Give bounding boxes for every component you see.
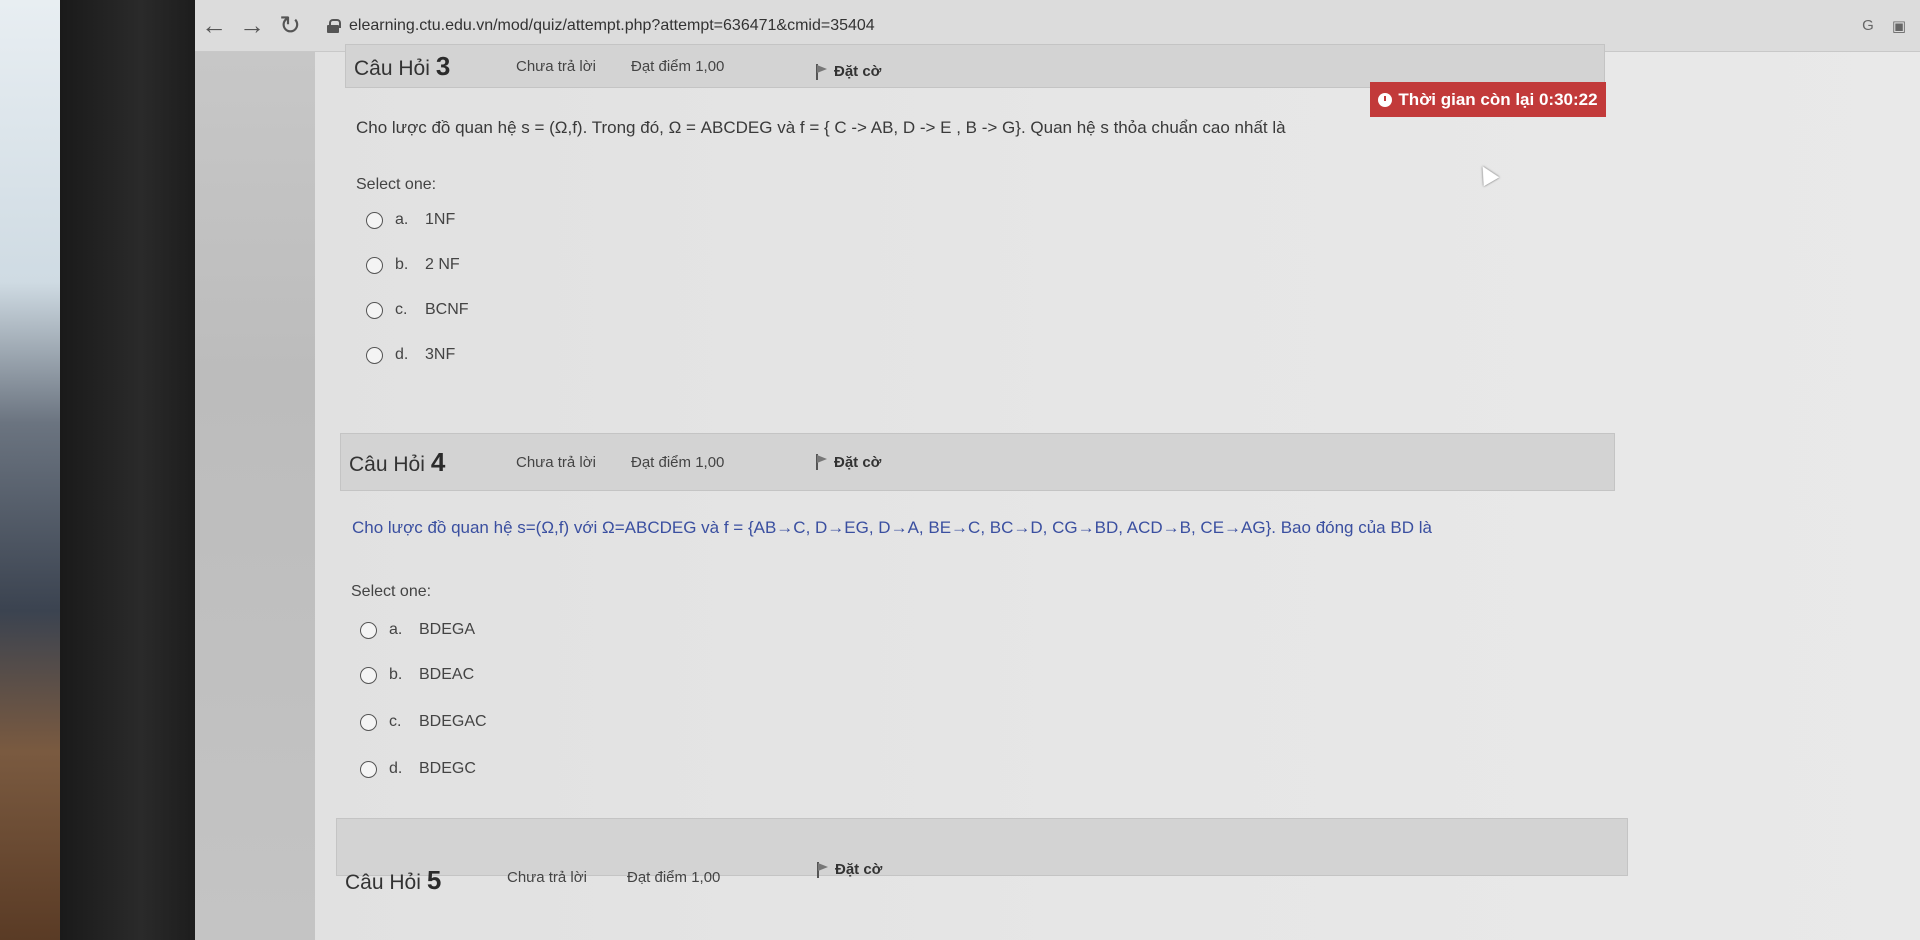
question-number: 4: [430, 446, 446, 477]
option-d[interactable]: d. BDEGC: [360, 760, 476, 778]
radio-button[interactable]: [360, 760, 377, 778]
url-text: elearning.ctu.edu.vn/mod/quiz/attempt.ph…: [349, 16, 875, 34]
monitor-bezel: [60, 0, 195, 940]
extension-icon[interactable]: ▣: [1892, 17, 1906, 35]
back-arrow-icon[interactable]: ←: [195, 7, 233, 45]
reload-icon[interactable]: ↻: [271, 7, 309, 45]
option-d[interactable]: d. 3NF: [366, 346, 455, 364]
question-state: Chưa trả lời: [507, 869, 587, 886]
question-4-header: Câu Hỏi 4 Chưa trả lời Đạt điểm 1,00 Đặt…: [340, 433, 1615, 491]
option-text: BDEGA: [419, 621, 476, 638]
flag-question-button[interactable]: Đặt cờ: [817, 861, 882, 878]
address-bar[interactable]: elearning.ctu.edu.vn/mod/quiz/attempt.ph…: [327, 9, 875, 43]
radio-button[interactable]: [366, 211, 383, 229]
clock-icon: [1378, 92, 1393, 107]
flag-icon: [817, 861, 829, 878]
option-text: 1NF: [425, 211, 456, 228]
question-3-text: Cho lược đồ quan hệ s = (Ω,f). Trong đó,…: [356, 118, 1286, 137]
option-text: BDEGAC: [419, 713, 487, 730]
question-title: Câu Hỏi: [354, 56, 430, 80]
radio-button[interactable]: [360, 621, 377, 639]
question-number: 5: [426, 865, 442, 895]
flag-label: Đặt cờ: [834, 63, 882, 80]
flag-icon: [816, 454, 828, 470]
option-a[interactable]: a. 1NF: [366, 211, 455, 229]
question-5-header: Câu Hỏi 5 Chưa trả lời Đạt điểm 1,00 Đặt…: [336, 818, 1628, 895]
question-4-text: Cho lược đồ quan hệ s=(Ω,f) với Ω=ABCDEG…: [352, 518, 1432, 537]
question-number: 3: [435, 50, 451, 81]
background-room: [0, 0, 60, 940]
select-one-label: Select one:: [356, 176, 437, 193]
flag-label: Đặt cờ: [834, 453, 882, 471]
option-b[interactable]: b. BDEAC: [360, 666, 474, 684]
flag-label: Đặt cờ: [835, 861, 883, 878]
question-state: Chưa trả lời: [516, 57, 596, 75]
option-b[interactable]: b. 2 NF: [366, 256, 460, 274]
question-mark: Đạt điểm 1,00: [631, 57, 725, 75]
flag-icon: [816, 63, 828, 80]
radio-button[interactable]: [366, 301, 383, 319]
option-text: 2 NF: [425, 256, 460, 273]
option-c[interactable]: c. BDEGAC: [360, 713, 487, 731]
lock-icon: [327, 18, 341, 33]
option-a[interactable]: a. BDEGA: [360, 621, 475, 639]
option-text: BCNF: [425, 301, 469, 318]
forward-arrow-icon[interactable]: →: [233, 7, 271, 45]
google-icon[interactable]: G: [1862, 17, 1874, 35]
question-mark: Đạt điểm 1,00: [627, 869, 721, 886]
radio-button[interactable]: [366, 346, 383, 364]
flag-question-button[interactable]: Đặt cờ: [816, 454, 881, 471]
radio-button[interactable]: [360, 666, 377, 684]
radio-button[interactable]: [366, 256, 383, 274]
option-text: 3NF: [425, 346, 456, 363]
select-one-label: Select one:: [351, 583, 432, 600]
radio-button[interactable]: [360, 713, 377, 731]
timer-label: Thời gian còn lại 0:30:22: [1398, 89, 1598, 109]
quiz-timer: Thời gian còn lại 0:30:22: [1370, 82, 1606, 117]
question-state: Chưa trả lời: [516, 453, 596, 471]
left-side-panel: [195, 0, 315, 940]
question-title: Câu Hỏi: [349, 452, 425, 476]
option-text: BDEAC: [419, 666, 475, 683]
question-title: Câu Hỏi: [345, 871, 421, 894]
option-c[interactable]: c. BCNF: [366, 301, 469, 319]
question-mark: Đạt điểm 1,00: [631, 453, 725, 471]
option-text: BDEGC: [419, 760, 476, 777]
flag-question-button[interactable]: Đặt cờ: [816, 63, 881, 80]
